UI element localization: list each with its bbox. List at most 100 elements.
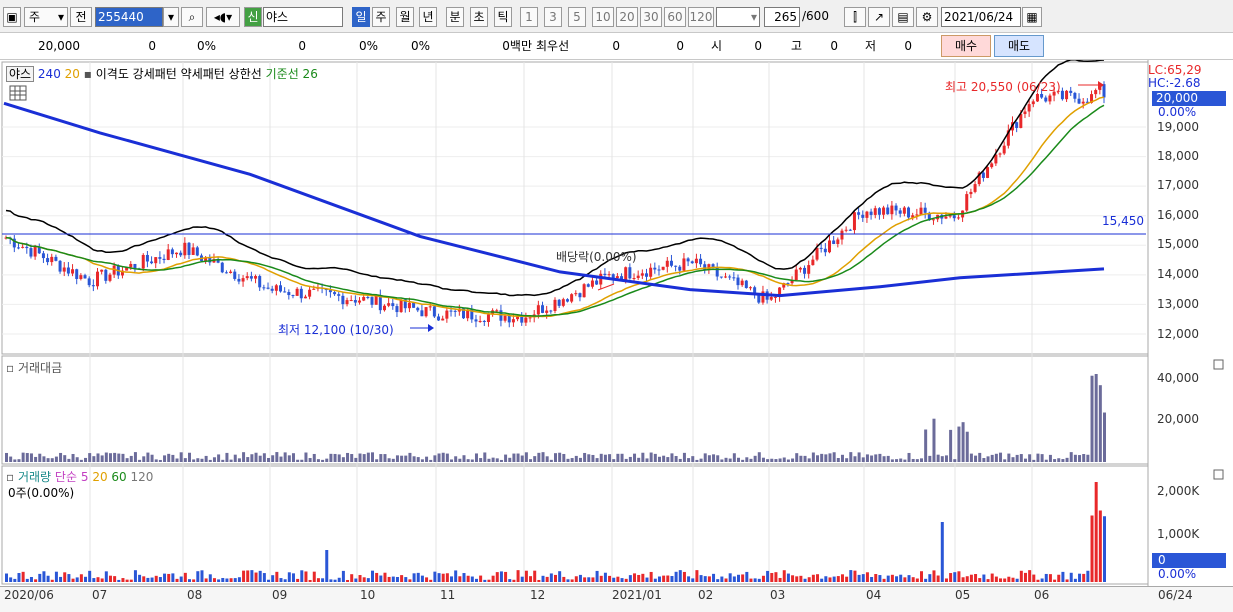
amount-bar [1048,454,1052,462]
speaker-icon[interactable]: ◂◖▾ [206,7,240,27]
amount-legend-label[interactable]: 거래대금 [18,361,62,375]
legend-weak[interactable]: 약세패턴 [181,67,225,81]
gear-icon[interactable]: ⚙ [916,7,938,27]
volume-bar [911,577,915,582]
volume-ma20[interactable]: 20 [92,470,107,484]
volume-bar [400,575,404,582]
buy-button[interactable]: 매수 [941,35,991,57]
panel-close-icon[interactable] [1213,469,1224,480]
search-icon[interactable]: ⌕ [181,7,203,27]
chart-canvas[interactable] [0,60,1233,612]
amount-bar [362,454,366,462]
candle-body [844,229,848,231]
range-30[interactable]: 30 [640,7,662,27]
legend-ma240[interactable]: 240 [38,67,61,81]
save-icon[interactable]: ▤ [892,7,914,27]
volume-bar [29,576,33,582]
amount-bar [529,459,533,462]
candle-body [432,306,436,317]
period-year[interactable]: 년 [419,7,437,27]
amount-bar [562,453,566,462]
amount-bar [9,456,13,462]
amount-bar [558,452,562,462]
amount-bar [695,459,699,462]
code-input[interactable]: 255440 [95,7,163,27]
range-5[interactable]: 5 [568,7,586,27]
sell-button[interactable]: 매도 [994,35,1044,57]
panel-close-icon[interactable] [1213,359,1224,370]
volume-bar [928,574,932,582]
amount-bar [50,458,54,462]
chart-type-icon[interactable]: ⫿ [844,7,866,27]
range-60[interactable]: 60 [664,7,686,27]
volume-value: 0 [298,39,306,53]
volume-bar [741,574,745,582]
amount-bar [163,455,167,462]
amount-bar [545,456,549,462]
volume-bar [982,574,986,582]
amount-bar [208,459,212,462]
candle-body [312,288,316,290]
volume-bar [221,577,225,582]
legend-ma20[interactable]: 20 [65,67,80,81]
amount-bar [633,453,637,462]
candle-body [852,212,856,231]
volume-bar [682,571,686,582]
candle-body [599,273,603,285]
amount-bar [978,452,982,462]
period-tick[interactable]: 틱 [494,7,512,27]
date-input[interactable]: 2021/06/24 [941,7,1021,27]
range-10[interactable]: 10 [592,7,614,27]
amount-bar [1082,454,1086,462]
legend-envelope[interactable]: 이격도 강세패턴 [96,67,177,81]
period-week[interactable]: 주 [372,7,390,27]
amount-bar [250,454,254,462]
legend-base[interactable]: 기준선 26 [266,67,318,81]
range-3[interactable]: 3 [544,7,562,27]
legend-name[interactable]: 야스 [6,66,35,82]
candle-body [744,280,748,288]
volume-legend-label[interactable]: 거래량 [18,470,51,484]
amount-bar [17,459,21,462]
amount-bar [341,457,345,462]
range-1[interactable]: 1 [520,7,538,27]
volume-bar [242,570,246,582]
period-day[interactable]: 일 [352,7,370,27]
volume-bar [666,575,670,582]
range-120[interactable]: 120 [688,7,714,27]
amount-bar [350,454,354,462]
candle-body [333,292,337,295]
volume-bar [42,571,46,582]
market-select[interactable]: 주 ▾ [24,7,68,27]
volume-bar [487,579,491,582]
volume-ma-label[interactable]: 단순 [55,470,77,484]
custom-range-input[interactable]: ▾ [716,7,760,27]
amount-bar [591,454,595,462]
chart-area[interactable]: 야스 240 20 ▪ 이격도 강세패턴 약세패턴 상한선 기준선 26 LC:… [0,60,1233,612]
calendar-icon[interactable]: ▦ [1022,7,1042,27]
amount-bar [899,458,903,462]
period-second[interactable]: 초 [470,7,488,27]
range-20[interactable]: 20 [616,7,638,27]
volume-bar [300,570,304,582]
table-icon[interactable] [9,85,27,101]
volume-bar [462,573,466,582]
best-value-2: 0 [676,39,684,53]
prev-button[interactable]: 전 [70,7,92,27]
legend-upper[interactable]: 상한선 [229,67,262,81]
volume-ma5[interactable]: 5 [81,470,89,484]
candle-body [158,257,162,259]
stock-name-field[interactable]: 야스 [263,7,343,27]
volume-ma120[interactable]: 120 [131,470,154,484]
indicator-icon[interactable]: ↗ [868,7,890,27]
volume-bar [811,574,815,582]
layout-icon[interactable]: ▣ [3,7,21,27]
volume-bar [1028,570,1032,582]
volume-ma60[interactable]: 60 [111,470,126,484]
candle-body [291,295,295,297]
amount-bar [603,454,607,462]
count-input[interactable]: 265 [764,7,800,27]
period-month[interactable]: 월 [396,7,414,27]
period-minute[interactable]: 분 [446,7,464,27]
code-dropdown-icon[interactable]: ▾ [163,7,179,27]
